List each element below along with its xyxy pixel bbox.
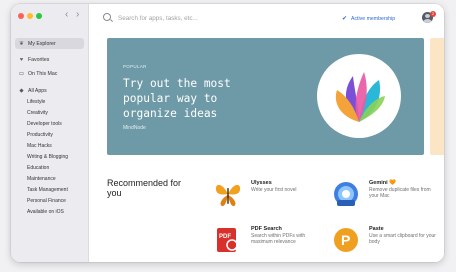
sidebar-category-mac-hacks[interactable]: Mac Hacks <box>27 143 52 149</box>
app-card-ulysses[interactable]: Ulysses Write your first novel <box>214 180 324 212</box>
sidebar-category-developer-tools[interactable]: Developer tools <box>27 121 62 127</box>
app-description: Search within PDFs with maximum relevanc… <box>251 233 306 245</box>
recommended-heading: Recommended for you <box>107 178 182 198</box>
sidebar-item-label: My Explorer <box>28 40 56 47</box>
gemini-icon <box>334 182 358 206</box>
checkmark-icon: ✔ <box>342 16 348 22</box>
active-membership-link[interactable]: Active membership <box>351 16 395 22</box>
hero-title: Try out the most popular way to organize… <box>123 77 231 120</box>
app-description: Write your first novel <box>251 187 297 193</box>
sidebar-category-writing-blogging[interactable]: Writing & Blogging <box>27 154 68 160</box>
sidebar-item-on-this-mac[interactable]: ▭ On This Mac <box>15 68 84 79</box>
leaf-icon: ❦ <box>19 40 24 47</box>
minimize-window-button[interactable] <box>27 13 33 19</box>
mindnode-leaf-icon <box>335 72 385 122</box>
heart-icon: ♥ <box>19 56 24 63</box>
hero-banner[interactable]: POPULAR Try out the most popular way to … <box>107 38 424 155</box>
app-description: Remove duplicate files from your Mac <box>369 187 431 199</box>
search-icon <box>103 13 111 21</box>
search-input[interactable] <box>118 12 298 24</box>
app-description: Use a smart clipboard for your body <box>369 233 436 245</box>
pdf-search-icon: PDF <box>217 228 241 254</box>
paste-icon: P <box>334 228 358 252</box>
sidebar-category-lifestyle[interactable]: Lifestyle <box>27 99 45 105</box>
sidebar: ‹ › ❦ My Explorer ♥ Favorites ▭ On This … <box>11 4 89 262</box>
notification-badge: 2 <box>430 11 436 17</box>
sidebar-item-label: Favorites <box>28 56 50 63</box>
app-name: Paste <box>369 226 384 232</box>
app-name: PDF Search <box>251 226 282 232</box>
app-name: Ulysses <box>251 180 272 186</box>
laptop-icon: ▭ <box>18 70 25 77</box>
mindnode-logo <box>317 54 401 138</box>
zoom-window-button[interactable] <box>36 13 42 19</box>
sidebar-category-maintenance[interactable]: Maintenance <box>27 176 56 182</box>
sidebar-item-my-explorer[interactable]: ❦ My Explorer <box>15 38 84 49</box>
back-chevron-icon[interactable]: ‹ <box>65 9 68 21</box>
sidebar-category-creativity[interactable]: Creativity <box>27 110 48 116</box>
main-content: ✔ Active membership 2 POPULAR Try out th… <box>89 4 444 262</box>
sidebar-item-label: All Apps <box>28 87 47 94</box>
close-window-button[interactable] <box>18 13 24 19</box>
sidebar-category-productivity[interactable]: Productivity <box>27 132 53 138</box>
sidebar-category-education[interactable]: Education <box>27 165 49 171</box>
sidebar-category-task-management[interactable]: Task Management <box>27 187 68 193</box>
hero-app-name: MindNode <box>123 125 146 131</box>
sidebar-item-favorites[interactable]: ♥ Favorites <box>15 54 84 65</box>
forward-chevron-icon[interactable]: › <box>76 9 79 21</box>
app-name: Gemini 🧡 <box>369 180 397 186</box>
app-card-gemini[interactable]: Gemini 🧡 Remove duplicate files from you… <box>332 180 442 212</box>
diamond-icon: ◆ <box>19 87 24 94</box>
app-card-paste[interactable]: P Paste Use a smart clipboard for your b… <box>332 226 442 258</box>
sidebar-category-available-on-ios[interactable]: Available on iOS <box>27 209 64 215</box>
svg-text:P: P <box>341 232 350 248</box>
next-banner-peek[interactable] <box>430 38 444 155</box>
app-card-pdf-search[interactable]: PDF PDF Search Search within PDFs with m… <box>214 226 324 258</box>
hero-eyebrow: POPULAR <box>123 64 147 69</box>
app-window: ‹ › ❦ My Explorer ♥ Favorites ▭ On This … <box>11 4 444 262</box>
sidebar-item-label: On This Mac <box>28 70 58 77</box>
svg-text:PDF: PDF <box>219 234 231 240</box>
sidebar-category-personal-finance[interactable]: Personal Finance <box>27 198 66 204</box>
butterfly-icon <box>215 184 241 207</box>
sidebar-item-all-apps[interactable]: ◆ All Apps <box>15 85 84 96</box>
